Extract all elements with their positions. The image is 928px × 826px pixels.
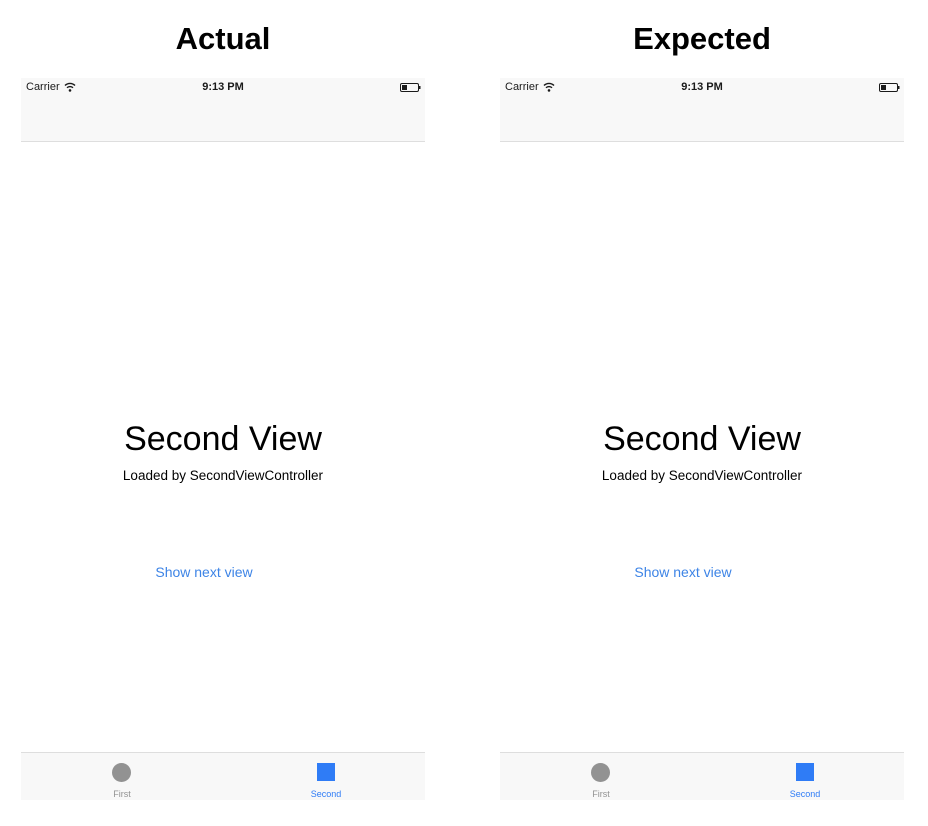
navigation-bar: Carrier 9:13 PM [21, 78, 425, 142]
tab-second[interactable]: Second [702, 753, 904, 800]
panel-heading-expected: Expected [633, 21, 771, 56]
battery-icon [879, 83, 900, 92]
show-next-view-button[interactable]: Show next view [616, 561, 750, 583]
circle-icon [112, 763, 131, 782]
panel-heading-actual: Actual [175, 21, 271, 56]
view-subtitle: Loaded by SecondViewController [122, 468, 324, 483]
status-time: 9:13 PM [202, 81, 244, 93]
tab-label: First [592, 789, 610, 799]
view-title: Second View [124, 420, 322, 458]
square-icon [796, 763, 814, 781]
circle-icon [591, 763, 610, 782]
tab-second[interactable]: Second [223, 753, 425, 800]
status-bar: Carrier 9:13 PM [21, 78, 425, 98]
tab-label: First [113, 789, 131, 799]
battery-icon [400, 83, 421, 92]
tab-label: Second [789, 789, 821, 799]
tab-first[interactable]: First [500, 753, 702, 800]
navigation-bar: Carrier 9:13 PM [500, 78, 904, 142]
show-next-view-button[interactable]: Show next view [137, 561, 271, 583]
phone-screen-expected: Carrier 9:13 PM Second View Loaded by Se… [500, 78, 904, 800]
tab-first[interactable]: First [21, 753, 223, 800]
status-bar: Carrier 9:13 PM [500, 78, 904, 98]
view-title: Second View [603, 420, 801, 458]
view-subtitle: Loaded by SecondViewController [601, 468, 803, 483]
square-icon [317, 763, 335, 781]
status-time: 9:13 PM [681, 81, 723, 93]
tab-bar: First Second [21, 752, 425, 800]
tab-bar: First Second [500, 752, 904, 800]
phone-screen-actual: Carrier 9:13 PM Second View Loaded by Se… [21, 78, 425, 800]
tab-label: Second [310, 789, 342, 799]
